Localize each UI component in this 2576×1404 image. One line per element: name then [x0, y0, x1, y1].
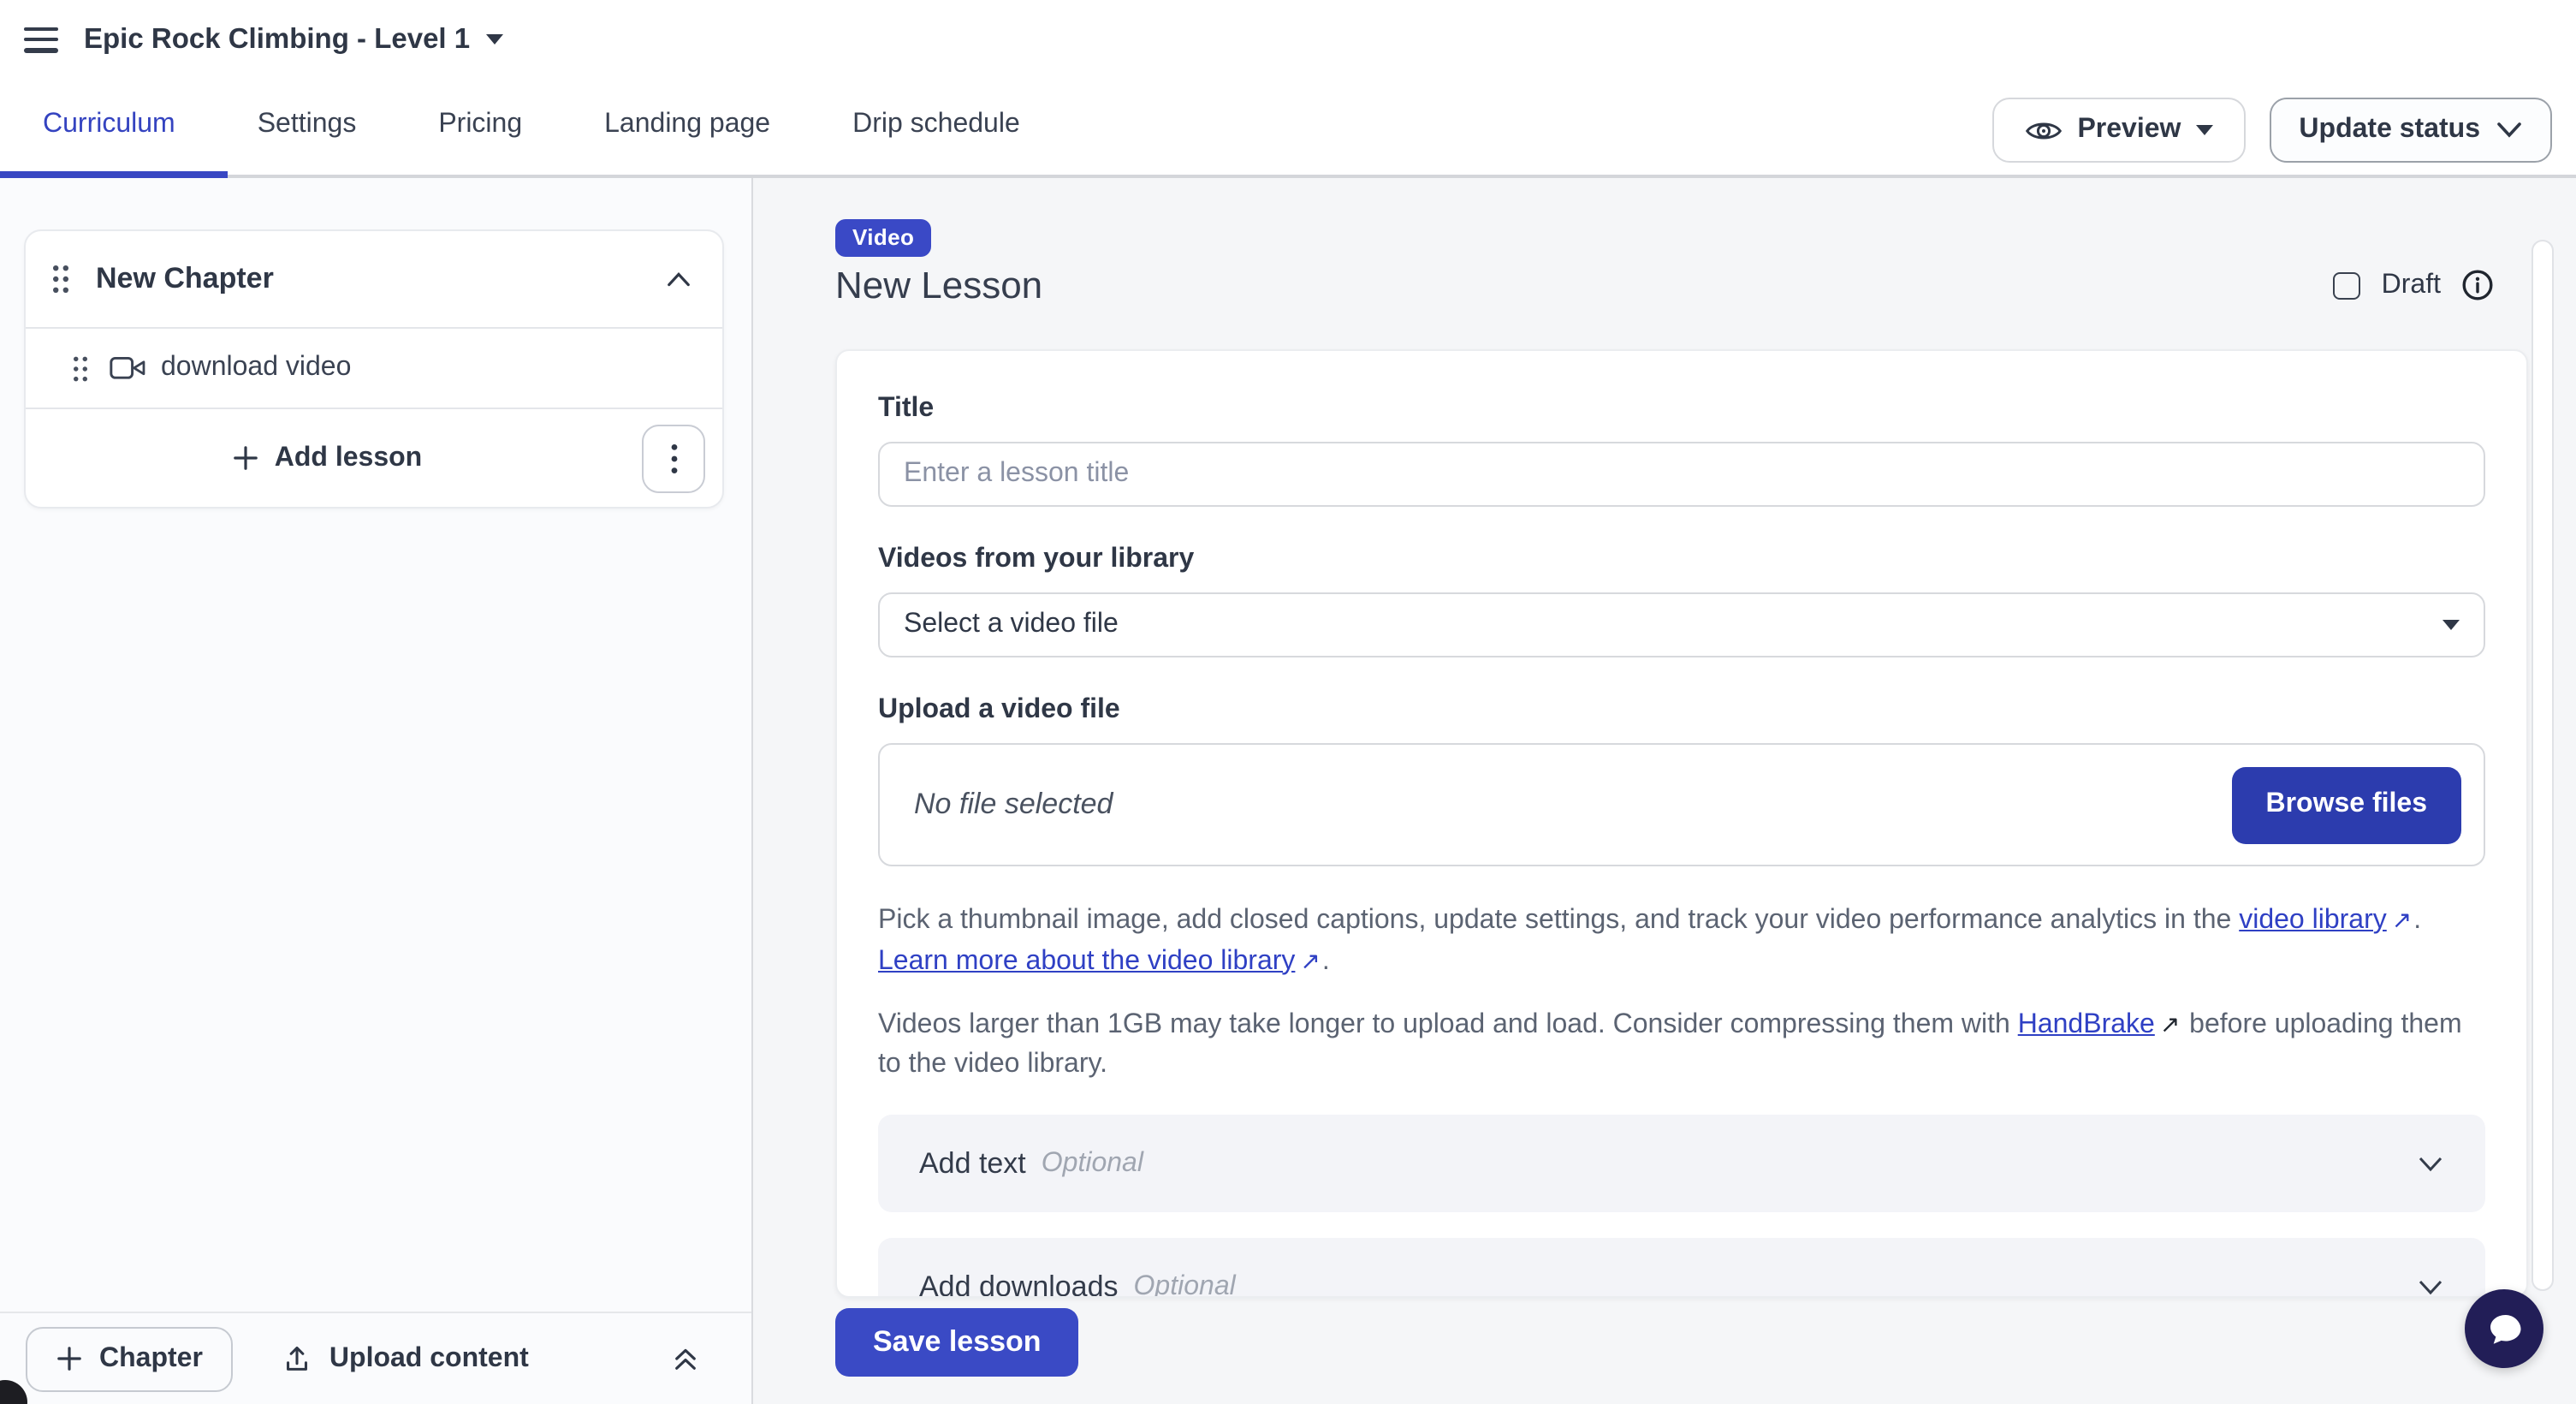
tab-pricing[interactable]: Pricing	[438, 110, 522, 140]
caret-down-icon	[2196, 125, 2213, 135]
chat-bubble-icon	[2481, 1306, 2527, 1352]
add-downloads-accordion[interactable]: Add downloads Optional	[878, 1238, 2485, 1298]
kebab-menu-icon	[670, 443, 677, 473]
upload-field-label: Upload a video file	[878, 695, 2485, 726]
no-file-text: No file selected	[914, 788, 1113, 822]
update-status-label: Update status	[2299, 115, 2480, 146]
help-text-segment: .	[1322, 946, 1330, 975]
video-library-select[interactable]: Select a video file	[878, 592, 2485, 657]
add-downloads-label: Add downloads	[919, 1270, 1119, 1298]
preview-button[interactable]: Preview	[1991, 98, 2246, 163]
drag-handle-icon[interactable]	[51, 264, 70, 294]
sidebar-footer: Chapter Upload content	[0, 1312, 751, 1404]
external-link-icon: ↗	[2160, 1005, 2180, 1044]
app-root: Epic Rock Climbing - Level 1 Curriculum …	[0, 0, 2576, 1404]
help-text-segment: .	[2413, 906, 2421, 935]
add-chapter-label: Chapter	[99, 1343, 203, 1374]
title-field-label: Title	[878, 394, 2485, 425]
chapter-title: New Chapter	[96, 262, 274, 296]
course-title-dropdown[interactable]: Epic Rock Climbing - Level 1	[84, 23, 502, 56]
scrollbar-track[interactable]	[2531, 240, 2554, 1291]
lesson-title-input[interactable]	[878, 442, 2485, 507]
app-header: Epic Rock Climbing - Level 1 Curriculum …	[0, 0, 2576, 178]
learn-more-link[interactable]: Learn more about the video library	[878, 946, 1295, 975]
lesson-editor-panel: Video New Lesson Draft Title Videos from…	[753, 178, 2576, 1404]
chevron-up-icon[interactable]	[666, 271, 691, 288]
add-text-label: Add text	[919, 1146, 1026, 1181]
lesson-form-card: Title Videos from your library Select a …	[835, 349, 2528, 1298]
lesson-title: download video	[161, 353, 351, 384]
handbrake-link[interactable]: HandBrake	[2018, 1010, 2155, 1039]
browse-files-button[interactable]: Browse files	[2231, 766, 2461, 843]
chapter-options-button[interactable]	[642, 424, 705, 492]
chapter-card: New Chapter download video	[24, 229, 724, 509]
lesson-type-badge: Video	[835, 219, 931, 257]
update-status-button[interactable]: Update status	[2270, 98, 2552, 163]
help-text-segment: Videos larger than 1GB may take longer t…	[878, 1010, 2018, 1039]
double-chevron-up-icon	[671, 1347, 700, 1371]
plus-icon	[56, 1346, 82, 1371]
add-lesson-button[interactable]: Add lesson	[26, 443, 630, 473]
curriculum-sidebar: New Chapter download video	[0, 178, 753, 1404]
chevron-down-icon	[2417, 1155, 2444, 1172]
library-field-label: Videos from your library	[878, 544, 2485, 575]
caret-down-icon	[485, 34, 502, 45]
optional-label: Optional	[1042, 1148, 1143, 1179]
optional-label: Optional	[1134, 1271, 1236, 1298]
video-library-link[interactable]: video library	[2239, 906, 2387, 935]
chat-launcher-button[interactable]	[2465, 1289, 2543, 1368]
upload-icon	[282, 1342, 314, 1375]
collapse-all-button[interactable]	[671, 1347, 700, 1371]
video-library-help-text: Pick a thumbnail image, add closed capti…	[878, 901, 2485, 981]
upload-content-label: Upload content	[329, 1343, 529, 1374]
external-link-icon: ↗	[2392, 901, 2412, 939]
page-title: New Lesson	[835, 264, 1042, 308]
video-library-select-value: Select a video file	[904, 610, 1119, 640]
topbar: Epic Rock Climbing - Level 1	[0, 0, 2576, 79]
add-lesson-label: Add lesson	[275, 443, 422, 473]
tab-bar: Curriculum Settings Pricing Landing page…	[43, 75, 1020, 175]
tab-landing-page[interactable]: Landing page	[604, 110, 770, 140]
chevron-down-icon	[2496, 122, 2523, 139]
add-chapter-button[interactable]: Chapter	[26, 1326, 234, 1391]
tab-curriculum[interactable]: Curriculum	[43, 110, 175, 140]
chapter-header[interactable]: New Chapter	[26, 231, 722, 327]
lesson-row-download-video[interactable]: download video	[26, 327, 722, 409]
video-camera-icon	[110, 354, 147, 382]
plus-icon	[234, 445, 259, 471]
chevron-down-icon	[2417, 1278, 2444, 1295]
active-tab-underline	[0, 171, 228, 178]
chapter-footer: Add lesson	[26, 409, 722, 507]
drag-handle-icon[interactable]	[72, 354, 89, 383]
save-lesson-button[interactable]: Save lesson	[835, 1308, 1079, 1377]
info-icon[interactable]	[2461, 269, 2494, 301]
tab-settings[interactable]: Settings	[258, 110, 357, 140]
draft-label: Draft	[2382, 270, 2441, 300]
external-link-icon: ↗	[1300, 941, 1320, 979]
file-upload-dropzone[interactable]: No file selected Browse files	[878, 743, 2485, 866]
add-text-accordion[interactable]: Add text Optional	[878, 1115, 2485, 1212]
draft-toggle-row: Draft	[2334, 269, 2494, 301]
compression-help-text: Videos larger than 1GB may take longer t…	[878, 1005, 2485, 1084]
course-title-label: Epic Rock Climbing - Level 1	[84, 23, 470, 56]
help-text-segment: Pick a thumbnail image, add closed capti…	[878, 906, 2239, 935]
header-actions: Preview Update status	[1991, 98, 2552, 163]
draft-checkbox[interactable]	[2334, 271, 2361, 299]
eye-icon	[2024, 117, 2062, 143]
hamburger-menu-icon[interactable]	[24, 27, 58, 52]
upload-content-button[interactable]: Upload content	[282, 1342, 529, 1375]
tab-drip-schedule[interactable]: Drip schedule	[852, 110, 1020, 140]
preview-button-label: Preview	[2077, 115, 2181, 146]
caret-down-icon	[2442, 620, 2460, 630]
